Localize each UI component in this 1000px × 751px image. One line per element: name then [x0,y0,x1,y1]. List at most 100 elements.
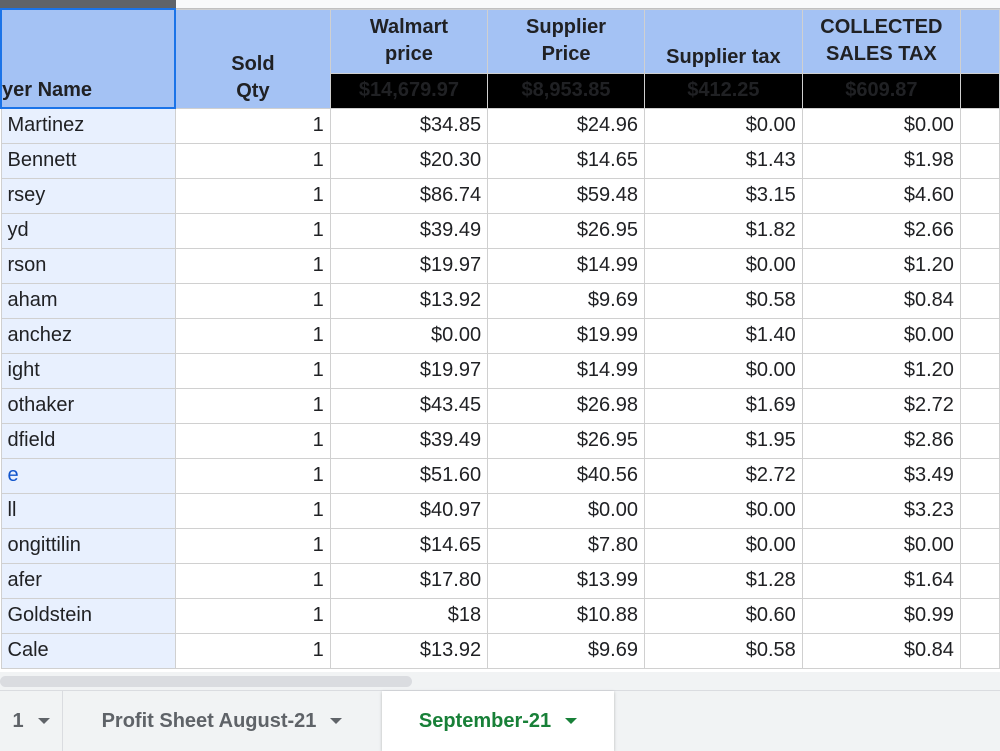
supplier-tax-cell[interactable]: $2.72 [643,457,803,494]
supplier-price-cell[interactable]: $19.99 [487,317,645,354]
supplier-tax-cell[interactable]: $0.00 [643,352,803,389]
supplier-tax-cell[interactable]: $1.40 [643,317,803,354]
supplier-price-cell[interactable]: $40.56 [487,457,645,494]
supplier-tax-cell[interactable]: $0.00 [643,492,803,529]
collected-sales-tax-cell[interactable]: $2.72 [801,387,961,424]
sold-qty-cell[interactable]: 1 [174,177,331,214]
collected-sales-tax-cell[interactable]: $0.00 [801,527,961,564]
buyer-name-cell[interactable]: Bennett [0,142,176,179]
collected-sales-tax-cell[interactable]: $1.20 [801,352,961,389]
total-walmart-price[interactable]: $14,679.97 [329,72,489,109]
buyer-name-cell[interactable]: afer [0,562,176,599]
walmart-price-cell[interactable]: $19.97 [329,247,489,284]
extra-cell[interactable] [959,597,1000,634]
header-collected-sales-tax[interactable]: COLLECTED SALES TAX [801,8,961,74]
total-supplier-tax[interactable]: $412.25 [643,72,803,109]
extra-cell[interactable] [959,107,1000,144]
collected-sales-tax-cell[interactable]: $0.99 [801,597,961,634]
header-supplier-tax[interactable]: Supplier tax [643,8,803,74]
sold-qty-cell[interactable]: 1 [174,457,331,494]
header-extra-column[interactable] [959,8,1000,74]
collected-sales-tax-cell[interactable]: $0.00 [801,317,961,354]
collected-sales-tax-cell[interactable]: $1.20 [801,247,961,284]
supplier-price-cell[interactable]: $14.99 [487,352,645,389]
walmart-price-cell[interactable]: $14.65 [329,527,489,564]
supplier-tax-cell[interactable]: $0.58 [643,282,803,319]
buyer-name-cell[interactable]: anchez [0,317,176,354]
sold-qty-cell[interactable]: 1 [174,107,331,144]
total-collected-sales-tax[interactable]: $609.87 [801,72,961,109]
extra-cell[interactable] [959,247,1000,284]
header-supplier-price[interactable]: Supplier Price [487,8,645,74]
supplier-price-cell[interactable]: $10.88 [487,597,645,634]
header-buyer-name[interactable]: yer Name [0,8,177,109]
buyer-name-cell[interactable]: ongittilin [0,527,176,564]
supplier-price-cell[interactable]: $24.96 [487,107,645,144]
buyer-name-cell[interactable]: rsey [0,177,176,214]
caret-down-icon[interactable] [37,718,50,724]
supplier-price-cell[interactable]: $0.00 [487,492,645,529]
horizontal-scrollbar-thumb[interactable] [0,676,412,687]
supplier-price-cell[interactable]: $9.69 [487,282,645,319]
collected-sales-tax-cell[interactable]: $3.23 [801,492,961,529]
extra-cell[interactable] [959,387,1000,424]
supplier-tax-cell[interactable]: $0.00 [643,527,803,564]
extra-cell[interactable] [959,457,1000,494]
supplier-price-cell[interactable]: $59.48 [487,177,645,214]
collected-sales-tax-cell[interactable]: $0.84 [801,632,961,669]
supplier-price-cell[interactable]: $26.95 [487,212,645,249]
collected-sales-tax-cell[interactable]: $0.00 [801,107,961,144]
sheet-tab-september[interactable]: September-21 [382,691,614,751]
total-extra-cell[interactable] [959,72,1000,109]
extra-cell[interactable] [959,527,1000,564]
buyer-name-cell[interactable]: ight [0,352,176,389]
extra-cell[interactable] [959,212,1000,249]
extra-cell[interactable] [959,632,1000,669]
walmart-price-cell[interactable]: $13.92 [329,282,489,319]
collected-sales-tax-cell[interactable]: $1.98 [801,142,961,179]
walmart-price-cell[interactable]: $86.74 [329,177,489,214]
sold-qty-cell[interactable]: 1 [174,597,331,634]
extra-cell[interactable] [959,562,1000,599]
collected-sales-tax-cell[interactable]: $2.86 [801,422,961,459]
caret-down-icon[interactable] [565,718,578,724]
collected-sales-tax-cell[interactable]: $1.64 [801,562,961,599]
sheet-tab-previous[interactable]: 1 [0,691,62,751]
extra-cell[interactable] [959,282,1000,319]
sold-qty-cell[interactable]: 1 [174,422,331,459]
walmart-price-cell[interactable]: $18 [329,597,489,634]
supplier-tax-cell[interactable]: $0.00 [643,247,803,284]
walmart-price-cell[interactable]: $17.80 [329,562,489,599]
buyer-name-cell[interactable]: ll [0,492,176,529]
extra-cell[interactable] [959,317,1000,354]
walmart-price-cell[interactable]: $40.97 [329,492,489,529]
walmart-price-cell[interactable]: $34.85 [329,107,489,144]
sold-qty-cell[interactable]: 1 [174,632,331,669]
supplier-tax-cell[interactable]: $3.15 [643,177,803,214]
supplier-price-cell[interactable]: $26.95 [487,422,645,459]
spreadsheet-grid[interactable]: yer Name Sold Qty Walmart price Supplier… [0,0,1000,672]
supplier-tax-cell[interactable]: $1.95 [643,422,803,459]
extra-cell[interactable] [959,492,1000,529]
walmart-price-cell[interactable]: $39.49 [329,212,489,249]
buyer-name-cell[interactable]: Goldstein [0,597,176,634]
buyer-name-cell[interactable]: dfield [0,422,176,459]
buyer-name-cell[interactable]: Cale [0,632,176,669]
supplier-tax-cell[interactable]: $0.58 [643,632,803,669]
sold-qty-cell[interactable]: 1 [174,562,331,599]
sold-qty-cell[interactable]: 1 [174,492,331,529]
sold-qty-cell[interactable]: 1 [174,212,331,249]
sold-qty-cell[interactable]: 1 [174,142,331,179]
total-supplier-price[interactable]: $8,953.85 [487,72,645,109]
walmart-price-cell[interactable]: $13.92 [329,632,489,669]
supplier-price-cell[interactable]: $7.80 [487,527,645,564]
extra-cell[interactable] [959,177,1000,214]
supplier-price-cell[interactable]: $9.69 [487,632,645,669]
sold-qty-cell[interactable]: 1 [174,352,331,389]
walmart-price-cell[interactable]: $0.00 [329,317,489,354]
walmart-price-cell[interactable]: $51.60 [329,457,489,494]
walmart-price-cell[interactable]: $39.49 [329,422,489,459]
supplier-tax-cell[interactable]: $1.69 [643,387,803,424]
supplier-tax-cell[interactable]: $0.00 [643,107,803,144]
extra-cell[interactable] [959,422,1000,459]
